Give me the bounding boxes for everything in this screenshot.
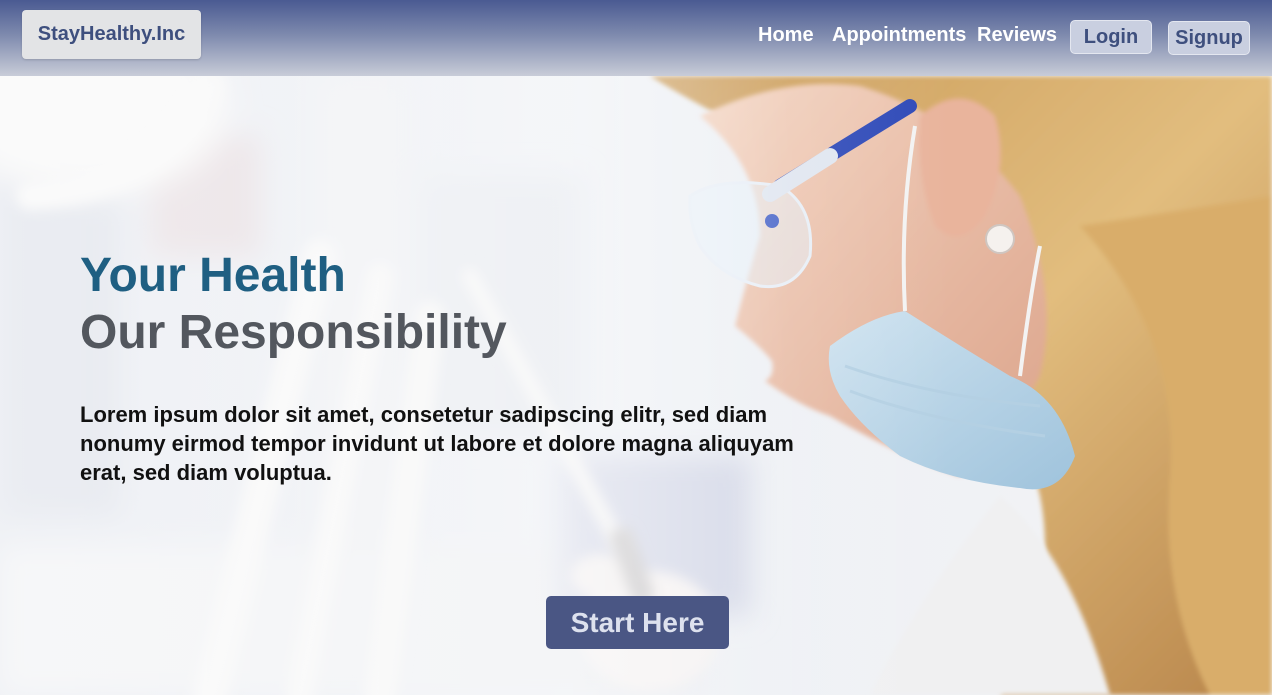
brand-logo-button[interactable]: StayHealthy.Inc bbox=[22, 10, 201, 59]
nav-link-appointments[interactable]: Appointments bbox=[832, 24, 966, 47]
signup-button[interactable]: Signup bbox=[1168, 21, 1250, 55]
hero-intro-text: Lorem ipsum dolor sit amet, consetetur s… bbox=[80, 402, 794, 485]
hero-headline-line1: Your Health bbox=[80, 249, 346, 302]
navbar: StayHealthy.Inc Home Appointments Review… bbox=[0, 0, 1272, 76]
nav-link-reviews[interactable]: Reviews bbox=[977, 24, 1057, 47]
start-here-button[interactable]: Start Here bbox=[546, 596, 729, 649]
nav-link-home[interactable]: Home bbox=[758, 24, 814, 47]
landing-page: StayHealthy.Inc Home Appointments Review… bbox=[0, 0, 1272, 695]
login-button[interactable]: Login bbox=[1070, 20, 1152, 54]
hero-headline-line2: Our Responsibility bbox=[80, 306, 507, 359]
